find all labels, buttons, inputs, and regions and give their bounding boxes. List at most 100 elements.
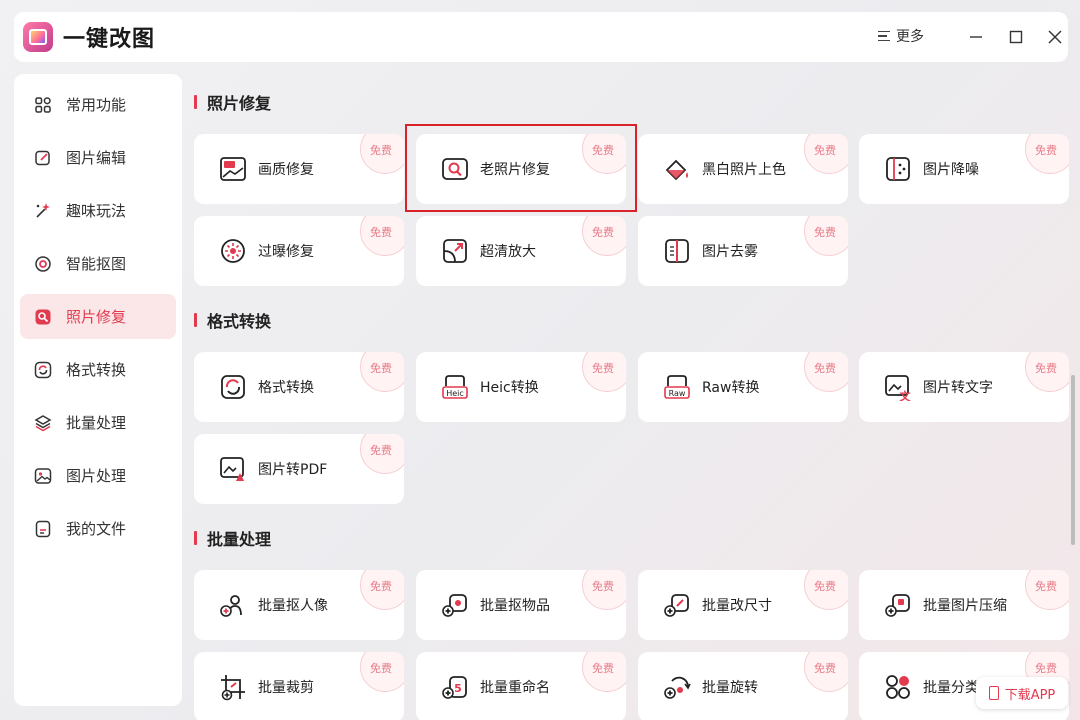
free-badge: 免费 [1025,570,1069,610]
free-badge: 免费 [360,216,404,256]
free-badge: 免费 [804,652,848,692]
minimize-icon [970,36,982,38]
sidebar-item-label: 常用功能 [66,96,127,114]
convert-icon [34,361,52,379]
more-button[interactable]: 更多 [878,26,924,46]
sidebar-item-format[interactable]: 格式转换 [20,347,176,392]
free-badge: 免费 [804,216,848,256]
sidebar-item-edit[interactable]: 图片编辑 [20,135,176,180]
sidebar-item-batch[interactable]: 批量处理 [20,400,176,445]
card-hd-repair[interactable]: 画质修复 免费 [194,134,404,204]
card-batch-object[interactable]: 批量抠物品 免费 [416,570,626,640]
free-badge: 免费 [582,570,626,610]
sidebar-item-cutout[interactable]: 智能抠图 [20,241,176,286]
dehaze-icon [662,236,692,266]
sidebar-item-image-process[interactable]: 图片处理 [20,453,176,498]
card-colorize[interactable]: 黑白照片上色 免费 [638,134,848,204]
title-bar: 一键改图 更多 [14,12,1068,62]
grid-icon [34,96,52,114]
free-badge: 免费 [360,352,404,392]
maximize-button[interactable] [1004,25,1028,49]
sidebar: 常用功能 图片编辑 趣味玩法 智能抠图 照片修复 格式转换 批量处理 图片处理 … [14,74,182,706]
sidebar-item-label: 趣味玩法 [66,202,127,220]
card-batch-compress[interactable]: 批量图片压缩 免费 [859,570,1069,640]
svg-text:Raw: Raw [669,389,686,398]
batch-rename-icon: 5 [440,672,470,702]
more-label: 更多 [896,29,924,45]
sidebar-item-common[interactable]: 常用功能 [20,82,176,127]
card-overexpose-repair[interactable]: 过曝修复 免费 [194,216,404,286]
sidebar-item-label: 图片处理 [66,467,127,485]
sidebar-item-label: 图片编辑 [66,149,127,167]
card-denoise[interactable]: 图片降噪 免费 [859,134,1069,204]
free-badge: 免费 [360,134,404,174]
edit-icon [34,149,52,167]
batch-resize-icon [662,590,692,620]
app-logo-icon [23,22,53,52]
card-batch-portrait[interactable]: 批量抠人像 免费 [194,570,404,640]
free-badge: 免费 [360,570,404,610]
sidebar-item-label: 智能抠图 [66,255,127,273]
svg-text:5: 5 [454,682,462,695]
batch-classify-icon [883,672,913,702]
scrollbar[interactable] [1071,375,1075,545]
card-batch-rename[interactable]: 5 批量重命名 免费 [416,652,626,720]
menu-icon [878,30,890,42]
upscale-icon [440,236,470,266]
batch-rotate-icon [662,672,692,702]
card-image-to-pdf[interactable]: 图片转PDF 免费 [194,434,404,504]
card-batch-rotate[interactable]: 批量旋转 免费 [638,652,848,720]
photo-repair-icon [34,308,52,326]
card-heic-convert[interactable]: Heic Heic转换 免费 [416,352,626,422]
batch-portrait-icon [218,590,248,620]
phone-icon [988,686,999,700]
convert-icon [218,372,248,402]
file-icon [34,520,52,538]
image-icon [34,467,52,485]
svg-text:Heic: Heic [446,389,464,398]
paint-bucket-icon [662,154,692,184]
free-badge: 免费 [360,652,404,692]
download-label: 下载APP [1004,687,1056,703]
card-format-convert[interactable]: 格式转换 免费 [194,352,404,422]
batch-crop-icon [218,672,248,702]
image-to-text-icon: 文 [883,372,913,402]
minimize-button[interactable] [964,25,988,49]
free-badge: 免费 [582,216,626,256]
close-button[interactable] [1043,25,1067,49]
download-app-button[interactable]: 下载APP [976,677,1068,709]
sidebar-item-label: 照片修复 [66,308,127,326]
svg-text:文: 文 [900,389,912,401]
image-to-pdf-icon [218,454,248,484]
card-batch-crop[interactable]: 批量裁剪 免费 [194,652,404,720]
sidebar-item-my-files[interactable]: 我的文件 [20,506,176,551]
magic-wand-icon [34,202,52,220]
highlight-box [405,124,637,212]
free-badge: 免费 [804,570,848,610]
free-badge: 免费 [1025,352,1069,392]
sidebar-item-label: 批量处理 [66,414,127,432]
free-badge: 免费 [804,134,848,174]
batch-object-icon [440,590,470,620]
card-batch-resize[interactable]: 批量改尺寸 免费 [638,570,848,640]
card-image-to-text[interactable]: 文 图片转文字 免费 [859,352,1069,422]
card-raw-convert[interactable]: Raw Raw转换 免费 [638,352,848,422]
section-title-batch: 批量处理 [194,526,271,550]
sidebar-item-label: 格式转换 [66,361,127,379]
hd-icon [218,154,248,184]
free-badge: 免费 [1025,134,1069,174]
denoise-icon [883,154,913,184]
layers-icon [34,414,52,432]
sidebar-item-fun[interactable]: 趣味玩法 [20,188,176,233]
free-badge: 免费 [582,652,626,692]
free-badge: 免费 [582,352,626,392]
section-title-photo-repair: 照片修复 [194,90,271,114]
card-upscale[interactable]: 超清放大 免费 [416,216,626,286]
free-badge: 免费 [804,352,848,392]
app-title: 一键改图 [63,27,156,52]
sun-icon [218,236,248,266]
card-dehaze[interactable]: 图片去雾 免费 [638,216,848,286]
raw-file-icon: Raw [662,372,692,402]
sidebar-item-label: 我的文件 [66,520,127,538]
sidebar-item-photo-repair[interactable]: 照片修复 [20,294,176,339]
